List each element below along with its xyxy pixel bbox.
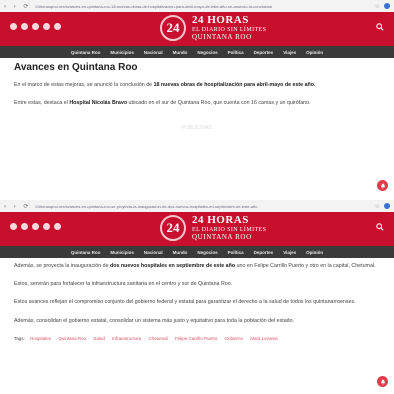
screenshot-bottom: ‹ › ⟳ 24horasqroo.mx/avances-en-quintana… (0, 200, 394, 394)
bell-icon (380, 379, 385, 385)
tag-list: Tags: Hospitales Quintana Roo Salud Infr… (14, 335, 380, 343)
site-header: 24 24 HORAS EL DIARIO SIN LÍMITES QUINTA… (0, 12, 394, 46)
nav-item-mundo[interactable]: Mundo (173, 250, 188, 255)
tiktok-icon[interactable] (43, 223, 50, 230)
bell-icon (380, 183, 385, 189)
tag-link[interactable]: Felipe Carrillo Puerto (175, 336, 217, 341)
twitter-icon[interactable] (21, 23, 28, 30)
nav-item-politica[interactable]: Política (228, 250, 244, 255)
site-header: 24 24 HORAS EL DIARIO SIN LÍMITES QUINTA… (0, 212, 394, 246)
facebook-icon[interactable] (10, 223, 17, 230)
youtube-icon[interactable] (54, 223, 61, 230)
nav-item-municipios[interactable]: Municipios (110, 50, 134, 55)
article-paragraph: En el marco de estas mejoras, se anunció… (14, 81, 380, 89)
tags-label: Tags: (14, 335, 25, 341)
nav-item-viajes[interactable]: Viajes (283, 50, 296, 55)
tiktok-icon[interactable] (43, 23, 50, 30)
nav-item-viajes[interactable]: Viajes (283, 250, 296, 255)
article-paragraph: Además, se proyecta la inauguración de d… (14, 262, 380, 270)
paragraph-text: Entre estas, destaca el (14, 100, 70, 107)
nav-item-municipios[interactable]: Municipios (110, 250, 134, 255)
logo-text: 24 HORAS EL DIARIO SIN LÍMITES QUINTANA … (192, 15, 266, 41)
social-links (10, 223, 61, 230)
youtube-icon[interactable] (54, 23, 61, 30)
url-text[interactable]: 24horasqroo.mx/avances-en-quintana-roo-s… (35, 204, 371, 209)
nav-item-nacional[interactable]: Nacional (144, 250, 163, 255)
nav-item-negocios[interactable]: Negocios (197, 50, 217, 55)
main-nav: Quintana Roo Municipios Nacional Mundo N… (0, 46, 394, 58)
logo-line-3: QUINTANA ROO (192, 33, 252, 41)
hospital-name: Hospital Nicolás Bravo (69, 100, 128, 107)
article-paragraph: Entre estas, destaca el Hospital Nicolás… (14, 99, 380, 107)
paragraph-bold-text: 18 nuevas obras de hospitalización para … (153, 82, 316, 88)
tag-link[interactable]: Hospitales (30, 336, 51, 341)
tag-link[interactable]: Chetumal (148, 336, 167, 341)
tag-link[interactable]: Mara Lezama (250, 336, 278, 341)
article-title: Avances en Quintana Roo (14, 62, 138, 73)
site-logo[interactable]: 24 24 HORAS EL DIARIO SIN LÍMITES QUINTA… (160, 15, 266, 41)
article-content: Avances en Quintana Roo En el marco de e… (0, 62, 394, 143)
extension-icon[interactable] (384, 203, 390, 209)
bookmark-star-icon[interactable]: ☆ (375, 203, 380, 210)
browser-nav-buttons[interactable]: ‹ › ⟳ (4, 3, 31, 10)
logo-line-1: 24 HORAS (192, 214, 249, 226)
ad-placeholder-label: PUBLICIDAD (181, 125, 212, 132)
tag-link[interactable]: Gobierno (225, 336, 244, 341)
paragraph-bold-text: dos nuevos hospitales en septiembre de e… (110, 263, 236, 269)
ad-placeholder-dots: · · · (193, 137, 201, 144)
nav-item-opinion[interactable]: Opinión (306, 50, 323, 55)
tag-link[interactable]: Quintana Roo (58, 336, 86, 341)
logo-line-3: QUINTANA ROO (192, 233, 252, 241)
bookmark-star-icon[interactable]: ☆ (375, 3, 380, 10)
article-paragraph: Estos, servirán para fortalecer la infra… (14, 281, 233, 288)
logo-badge: 24 (160, 215, 186, 241)
main-nav: Quintana Roo Municipios Nacional Mundo N… (0, 246, 394, 258)
nav-item-mundo[interactable]: Mundo (173, 50, 188, 55)
logo-text: 24 HORAS EL DIARIO SIN LÍMITES QUINTANA … (192, 215, 266, 241)
facebook-icon[interactable] (10, 23, 17, 30)
nav-item-nacional[interactable]: Nacional (144, 50, 163, 55)
paragraph-text: ubicado en el sur de Quintana Roo, que c… (127, 100, 311, 107)
article-paragraph: Estos avances reflejan el compromiso con… (14, 299, 356, 306)
instagram-icon[interactable] (32, 223, 39, 230)
paragraph-text: Además, se proyecta la inauguración de (14, 263, 110, 269)
browser-nav-buttons[interactable]: ‹ › ⟳ (4, 203, 31, 210)
search-icon[interactable] (376, 23, 384, 31)
logo-badge: 24 (160, 15, 186, 41)
paragraph-text: uno en Felipe Carrillo Puerto y otro en … (235, 263, 376, 269)
browser-url-bar[interactable]: ‹ › ⟳ 24horasqroo.mx/avances-en-quintana… (0, 0, 394, 12)
instagram-icon[interactable] (32, 23, 39, 30)
logo-line-1: 24 HORAS (192, 14, 249, 26)
tag-link[interactable]: Infraestructura (112, 336, 141, 341)
nav-item-quintana-roo[interactable]: Quintana Roo (71, 50, 101, 55)
nav-item-deportes[interactable]: Deportes (254, 250, 274, 255)
article-paragraph: Además, consolidan el gobierno estatal, … (14, 317, 295, 324)
floating-action-button[interactable] (377, 180, 388, 191)
nav-item-politica[interactable]: Política (228, 50, 244, 55)
screenshot-top: ‹ › ⟳ 24horasqroo.mx/avances-en-quintana… (0, 0, 394, 196)
nav-item-deportes[interactable]: Deportes (254, 50, 274, 55)
paragraph-text: En el marco de estas mejoras, se anunció… (14, 82, 154, 88)
url-text[interactable]: 24horasqroo.mx/avances-en-quintana-roo-1… (35, 4, 371, 9)
article-content: Además, se proyecta la inauguración de d… (0, 258, 394, 342)
nav-item-quintana-roo[interactable]: Quintana Roo (71, 250, 101, 255)
site-logo[interactable]: 24 24 HORAS EL DIARIO SIN LÍMITES QUINTA… (160, 215, 266, 241)
nav-item-negocios[interactable]: Negocios (197, 250, 217, 255)
tag-link[interactable]: Salud (93, 336, 105, 341)
nav-item-opinion[interactable]: Opinión (306, 250, 323, 255)
search-icon[interactable] (376, 223, 384, 231)
floating-action-button[interactable] (377, 376, 388, 387)
social-links (10, 23, 61, 30)
extension-icon[interactable] (384, 3, 390, 9)
browser-url-bar[interactable]: ‹ › ⟳ 24horasqroo.mx/avances-en-quintana… (0, 200, 394, 212)
twitter-icon[interactable] (21, 223, 28, 230)
